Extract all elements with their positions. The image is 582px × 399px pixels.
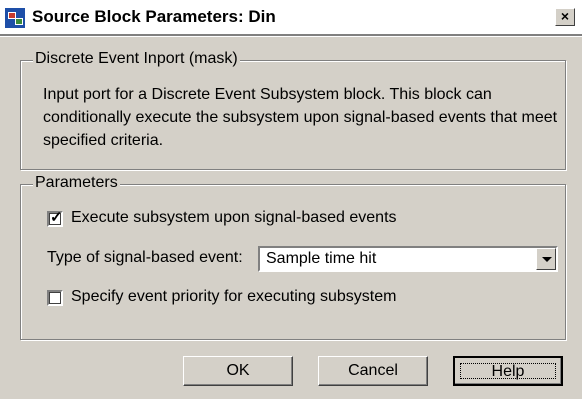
title-bar[interactable]: Source Block Parameters: Din × — [0, 0, 582, 34]
description-group-legend: Discrete Event Inport (mask) — [33, 50, 240, 68]
event-priority-label[interactable]: Specify event priority for executing sub… — [71, 288, 396, 306]
help-button[interactable]: Help — [453, 356, 563, 386]
event-type-selected-value: Sample time hit — [266, 250, 377, 267]
titlebar-divider — [0, 34, 582, 37]
event-type-label: Type of signal-based event: — [47, 249, 243, 266]
execute-subsystem-checkbox[interactable]: ✓ — [47, 209, 63, 227]
cancel-button-label: Cancel — [348, 362, 398, 379]
close-icon: × — [560, 8, 570, 24]
chevron-down-icon[interactable] — [536, 248, 556, 270]
cancel-button[interactable]: Cancel — [318, 356, 428, 386]
event-type-dropdown[interactable]: Sample time hit — [258, 246, 558, 272]
parameters-group-legend: Parameters — [33, 174, 120, 192]
help-button-label: Help — [491, 363, 525, 380]
ok-button-label: OK — [226, 362, 250, 379]
checkmark-icon: ✓ — [50, 209, 63, 226]
simulink-block-icon — [5, 8, 25, 28]
ok-button[interactable]: OK — [183, 356, 293, 386]
close-button[interactable]: × — [555, 8, 575, 26]
window-title: Source Block Parameters: Din — [32, 7, 276, 26]
event-priority-checkbox[interactable] — [47, 290, 63, 306]
block-description: Input port for a Discrete Event Subsyste… — [43, 86, 558, 149]
execute-subsystem-label[interactable]: Execute subsystem upon signal-based even… — [71, 209, 397, 227]
